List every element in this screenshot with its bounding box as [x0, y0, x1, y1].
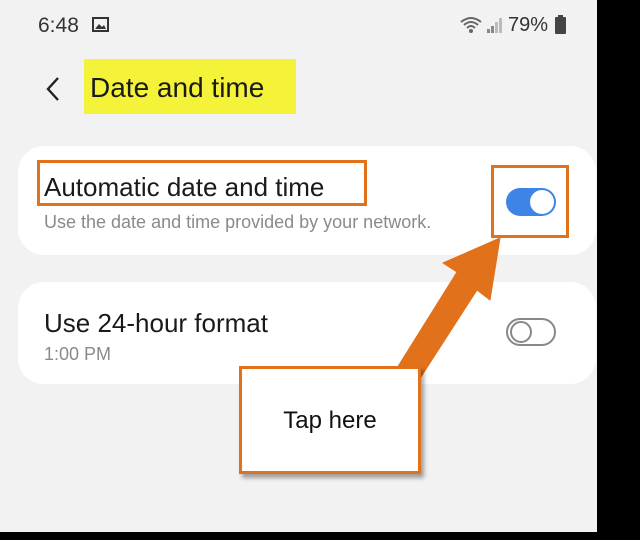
chevron-left-icon[interactable]: [44, 76, 62, 102]
signal-icon: [487, 18, 502, 33]
battery-percentage: 79%: [508, 14, 549, 36]
callout-text: Tap here: [283, 407, 377, 434]
screen-border-right: [597, 0, 640, 540]
automatic-date-time-description: Use the date and time provided by your n…: [44, 212, 432, 232]
gallery-icon: [92, 17, 109, 32]
24-hour-format-label: Use 24-hour format: [44, 308, 268, 338]
automatic-date-time-toggle[interactable]: [506, 188, 556, 216]
page-title: Date and time: [90, 72, 265, 103]
tap-here-callout: Tap here: [239, 366, 421, 474]
toggle-knob: [510, 321, 532, 343]
24-hour-format-description: 1:00 PM: [44, 344, 112, 364]
toggle-knob: [530, 190, 554, 214]
status-bar: 6:48 79%: [0, 0, 597, 50]
battery-icon: [555, 15, 566, 34]
24-hour-format-toggle[interactable]: [506, 318, 556, 346]
status-time: 6:48: [38, 14, 79, 37]
automatic-date-time-label: Automatic date and time: [44, 172, 325, 202]
wifi-icon: [460, 17, 482, 33]
screen-border-bottom: [0, 532, 640, 540]
